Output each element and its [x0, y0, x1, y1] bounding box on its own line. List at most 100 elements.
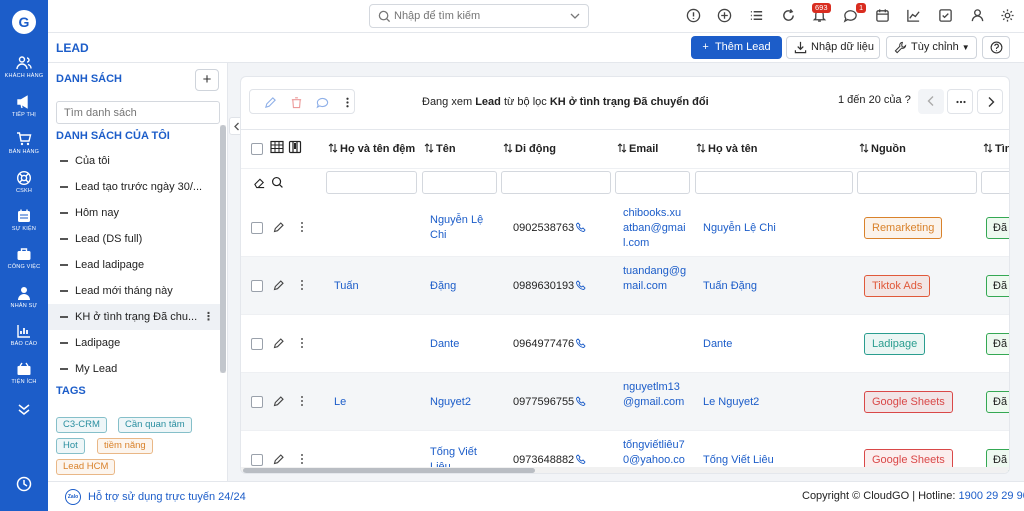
cell-email[interactable]: chibooks.xuatban@gmail.com — [623, 206, 687, 251]
list-item[interactable]: Lead tạo trước ngày 30/... — [48, 174, 220, 200]
column-full-name[interactable]: Họ và tên — [696, 143, 758, 155]
checkbox-icon[interactable] — [938, 8, 953, 23]
cell-full-name[interactable]: Tuấn Đặng — [703, 279, 757, 294]
zalo-icon[interactable]: Zalo — [65, 489, 81, 505]
gear-icon[interactable] — [1000, 8, 1015, 23]
list-item[interactable]: KH ở tình trạng Đã chu... ⋮ — [48, 304, 220, 330]
more-vertical-icon[interactable] — [341, 96, 354, 109]
phone-icon[interactable] — [576, 222, 586, 232]
column-status[interactable]: Tìn — [983, 143, 1009, 155]
add-list-button[interactable]: + — [195, 69, 219, 91]
nav-item-1[interactable]: TIẾP THỊ — [0, 94, 48, 118]
filter-source-input[interactable] — [857, 171, 977, 194]
table-row[interactable]: Nguyễn Lệ Chi 0902538763 chibooks.xuatban@… — [241, 199, 1009, 257]
cell-first-name[interactable]: Nguyễn Lệ Chi — [430, 213, 494, 243]
list-item[interactable]: Hôm nay — [48, 200, 220, 226]
more-vertical-icon[interactable] — [299, 395, 305, 407]
nav-item-4[interactable]: SỰ KIỆN — [0, 208, 48, 232]
row-checkbox[interactable] — [251, 454, 263, 466]
prev-page-button[interactable] — [918, 89, 944, 114]
cell-full-name[interactable]: Dante — [703, 337, 732, 352]
column-email[interactable]: Email — [617, 143, 658, 155]
more-vertical-icon[interactable] — [299, 337, 305, 349]
nav-item-6[interactable]: NHÂN SỰ — [0, 285, 48, 309]
cell-middle-name[interactable]: Le — [334, 395, 346, 410]
table-grid-icon[interactable] — [270, 140, 284, 154]
hotline[interactable]: 1900 29 29 90 — [958, 490, 1024, 502]
cloudgo-logo-icon[interactable]: G — [12, 10, 36, 34]
list-search-input[interactable] — [56, 101, 220, 124]
edit-icon[interactable] — [273, 453, 285, 465]
filter-middle-name-input[interactable] — [326, 171, 417, 194]
import-data-button[interactable]: Nhập dữ liệu — [786, 36, 880, 59]
tag[interactable]: C3-CRM — [56, 417, 107, 433]
select-all-checkbox[interactable] — [251, 143, 263, 155]
nav-item-5[interactable]: CÔNG VIỆC — [0, 246, 48, 270]
tag[interactable]: Hot — [56, 438, 85, 454]
list-item[interactable]: My Lead — [48, 356, 220, 382]
global-search[interactable] — [369, 4, 589, 28]
user-icon[interactable] — [970, 8, 985, 23]
filter-full-name-input[interactable] — [695, 171, 853, 194]
horizontal-scrollbar[interactable] — [241, 467, 1009, 473]
trash-icon[interactable] — [290, 96, 303, 109]
cell-first-name[interactable]: Đặng — [430, 279, 494, 294]
cell-full-name[interactable]: Tống Viết Liêu — [703, 453, 774, 468]
next-page-button[interactable] — [977, 89, 1003, 114]
row-checkbox[interactable] — [251, 396, 263, 408]
more-pages-button[interactable] — [947, 89, 973, 114]
list-item[interactable]: Lead mới tháng này — [48, 278, 220, 304]
tag[interactable]: tiềm năng — [97, 438, 153, 454]
edit-icon[interactable] — [273, 337, 285, 349]
filter-status-input[interactable] — [981, 171, 1009, 194]
refresh-icon[interactable] — [781, 8, 796, 23]
more-vertical-icon[interactable]: ⋮ — [203, 304, 214, 330]
eraser-icon[interactable] — [253, 176, 266, 189]
global-search-input[interactable] — [394, 8, 564, 24]
edit-icon[interactable] — [264, 96, 277, 109]
column-first-name[interactable]: Tên — [424, 143, 456, 155]
clock-icon[interactable] — [16, 476, 32, 492]
cell-first-name[interactable]: Nguyet2 — [430, 395, 494, 410]
pagination-total[interactable]: ? — [905, 94, 911, 106]
horizontal-scrollbar-thumb[interactable] — [243, 468, 535, 473]
phone-icon[interactable] — [576, 396, 586, 406]
phone-icon[interactable] — [576, 338, 586, 348]
comment-icon[interactable] — [316, 96, 329, 109]
columns-icon[interactable] — [288, 140, 302, 154]
support-link[interactable]: Hỗ trợ sử dụng trực tuyến 24/24 — [88, 491, 246, 503]
table-row[interactable]: Le Nguyet2 0977596755 nguyetlm13@gmail.com L… — [241, 373, 1009, 431]
chevron-down-icon[interactable] — [16, 403, 32, 417]
list-icon[interactable] — [749, 8, 764, 23]
cell-email[interactable]: tuandang@gmail.com — [623, 264, 687, 294]
list-scrollbar-thumb[interactable] — [220, 125, 226, 373]
chevron-down-icon[interactable] — [570, 13, 580, 20]
nav-item-7[interactable]: BÁO CÁO — [0, 323, 48, 347]
nav-item-3[interactable]: CSKH — [0, 170, 48, 194]
more-vertical-icon[interactable] — [299, 221, 305, 233]
calendar-icon[interactable] — [875, 8, 890, 23]
nav-item-2[interactable]: BÁN HÀNG — [0, 131, 48, 155]
help-button[interactable] — [982, 36, 1010, 59]
line-chart-icon[interactable] — [906, 8, 921, 23]
nav-item-0[interactable]: KHÁCH HÀNG — [0, 55, 48, 79]
row-checkbox[interactable] — [251, 222, 263, 234]
list-item[interactable]: Của tôi — [48, 148, 220, 174]
more-vertical-icon[interactable] — [299, 453, 305, 465]
phone-icon[interactable] — [576, 280, 586, 290]
filter-mobile-input[interactable] — [501, 171, 611, 194]
list-item[interactable]: Lead ladipage — [48, 252, 220, 278]
edit-icon[interactable] — [273, 395, 285, 407]
list-item[interactable]: Lead (DS full) — [48, 226, 220, 252]
edit-icon[interactable] — [273, 221, 285, 233]
cell-full-name[interactable]: Nguyễn Lệ Chi — [703, 221, 776, 236]
add-lead-button[interactable]: + Thêm Lead — [691, 36, 782, 59]
column-middle-name[interactable]: Họ và tên đệm — [328, 143, 415, 155]
nav-item-8[interactable]: TIỆN ÍCH — [0, 361, 48, 385]
column-mobile[interactable]: Di động — [503, 143, 556, 155]
tag[interactable]: Cần quan tâm — [118, 417, 192, 433]
row-checkbox[interactable] — [251, 338, 263, 350]
filter-email-input[interactable] — [615, 171, 690, 194]
plus-circle-icon[interactable] — [717, 8, 732, 23]
cell-email[interactable]: nguyetlm13@gmail.com — [623, 380, 687, 410]
